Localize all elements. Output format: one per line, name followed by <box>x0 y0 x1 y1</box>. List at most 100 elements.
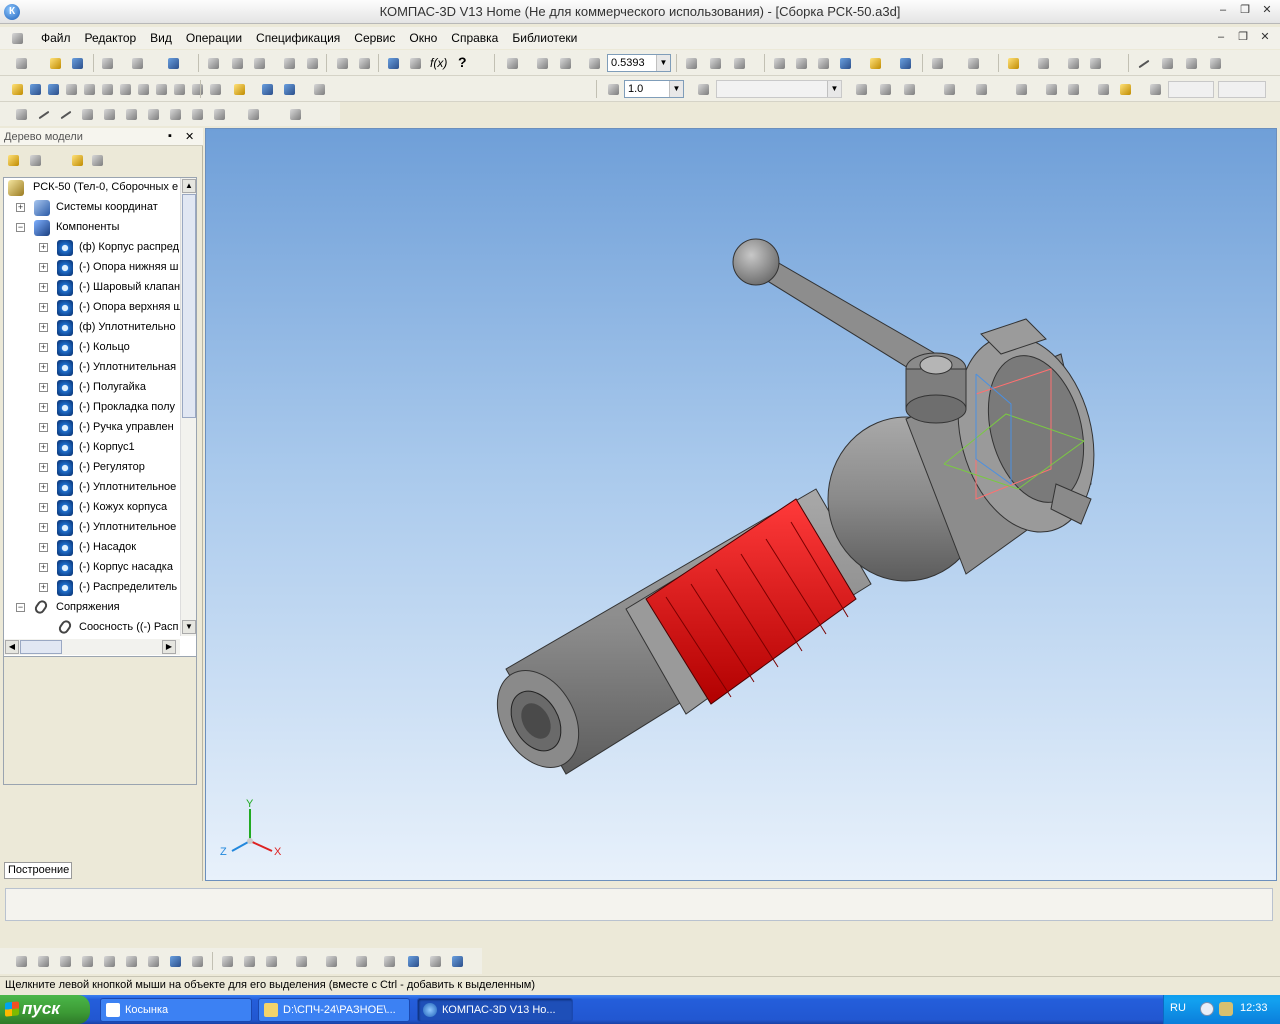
properties-icon[interactable] <box>164 54 182 72</box>
part-icon[interactable] <box>8 80 26 98</box>
tree-component[interactable]: + (-) Насадок <box>4 538 182 558</box>
segment-icon[interactable] <box>56 105 74 123</box>
close-icon[interactable]: ✕ <box>185 130 194 143</box>
expand-icon[interactable]: + <box>39 523 48 532</box>
collision-icon[interactable] <box>310 80 328 98</box>
zoom-scale-icon[interactable] <box>585 54 603 72</box>
zoom-out-icon[interactable] <box>556 54 574 72</box>
corner-icon[interactable] <box>1094 80 1112 98</box>
macro-icon[interactable] <box>206 80 224 98</box>
tree-component[interactable]: + (-) Уплотнительное <box>4 478 182 498</box>
coord-x-field[interactable] <box>1168 81 1214 98</box>
thin-lines-icon[interactable] <box>814 54 832 72</box>
tree-item-coord-systems[interactable]: + Системы координат <box>4 198 182 218</box>
tree-component[interactable]: + (-) Опора верхняя ш <box>4 298 182 318</box>
object-filter-icon[interactable] <box>964 54 982 72</box>
document-props-icon[interactable] <box>303 54 321 72</box>
expand-icon[interactable]: + <box>39 283 48 292</box>
collapse-icon[interactable]: − <box>16 603 25 612</box>
cut-icon[interactable] <box>204 54 222 72</box>
tree-horizontal-scrollbar[interactable]: ◀ ▶ <box>4 639 180 655</box>
fillet-icon[interactable] <box>188 105 206 123</box>
control-handle[interactable] <box>732 238 937 380</box>
doc-close-button[interactable]: ✕ <box>1256 30 1274 46</box>
curve-tool-icon[interactable] <box>144 952 162 970</box>
tree-display-icon[interactable] <box>88 151 106 169</box>
angle-icon[interactable] <box>1042 80 1060 98</box>
array-icon[interactable] <box>62 80 80 98</box>
tree-component[interactable]: + (-) Уплотнительное <box>4 518 182 538</box>
variables-icon[interactable]: f(x) <box>430 56 447 70</box>
ellipse-icon[interactable] <box>122 105 140 123</box>
paste-icon[interactable] <box>250 54 268 72</box>
hscroll-thumb[interactable] <box>20 640 62 654</box>
insert-standard-icon[interactable] <box>280 80 298 98</box>
print-icon[interactable] <box>98 54 116 72</box>
model-tree[interactable]: РСК-50 (Тел-0, Сборочных е + Системы коо… <box>3 177 197 785</box>
line-tool-icon[interactable] <box>1134 54 1152 72</box>
minimize-button[interactable]: ‒ <box>1214 3 1232 19</box>
menu-file[interactable]: Файл <box>34 31 78 45</box>
close-button[interactable]: ✕ <box>1258 3 1276 19</box>
tree-filter-icon[interactable] <box>928 54 946 72</box>
manager-icon[interactable] <box>384 54 402 72</box>
tree-mate[interactable]: Соосность ((-) Расп <box>4 618 182 638</box>
scale-icon[interactable] <box>380 952 398 970</box>
snap-icon[interactable] <box>852 80 870 98</box>
tab-construction[interactable]: Построение <box>4 862 72 879</box>
menu-window[interactable]: Окно <box>402 31 444 45</box>
undo-tool-icon[interactable] <box>218 952 236 970</box>
clock[interactable]: 12:33 <box>1240 1002 1268 1014</box>
function-icon[interactable] <box>188 952 206 970</box>
tree-root[interactable]: РСК-50 (Тел-0, Сборочных е <box>4 178 182 198</box>
redo-icon[interactable] <box>355 54 373 72</box>
expand-icon[interactable]: + <box>39 403 48 412</box>
undo-icon[interactable] <box>333 54 351 72</box>
library-icon[interactable] <box>230 80 248 98</box>
wave-icon[interactable] <box>322 952 340 970</box>
plane-icon[interactable] <box>44 80 62 98</box>
expand-icon[interactable]: + <box>39 383 48 392</box>
tree-component[interactable]: + (-) Ручка управлен <box>4 418 182 438</box>
zoom-scale-input[interactable]: 0.5393 ▼ <box>607 54 671 72</box>
wireframe-icon[interactable] <box>770 54 788 72</box>
chevron-down-icon[interactable]: ▼ <box>656 55 670 71</box>
mirror-tool-icon[interactable] <box>100 952 118 970</box>
menu-edit[interactable]: Редактор <box>78 31 144 45</box>
tree-component[interactable]: + (-) Регулятор <box>4 458 182 478</box>
report-icon[interactable] <box>152 80 170 98</box>
perspective-icon[interactable] <box>896 54 914 72</box>
tree-component[interactable]: + (-) Шаровый клапан <box>4 278 182 298</box>
menu-help[interactable]: Справка <box>444 31 505 45</box>
menu-libraries[interactable]: Библиотеки <box>505 31 584 45</box>
open-file-icon[interactable] <box>46 54 64 72</box>
menu-operations[interactable]: Операции <box>179 31 249 45</box>
copy-icon[interactable] <box>228 54 246 72</box>
grid-icon[interactable] <box>1206 54 1224 72</box>
menu-service[interactable]: Сервис <box>347 31 402 45</box>
round-icon[interactable] <box>940 80 958 98</box>
insert-component-icon[interactable] <box>258 80 276 98</box>
expand-icon[interactable]: + <box>39 443 48 452</box>
new-file-icon[interactable] <box>12 54 30 72</box>
expand-icon[interactable]: + <box>39 543 48 552</box>
measure-icon[interactable] <box>1182 54 1200 72</box>
menu-view[interactable]: Вид <box>143 31 179 45</box>
expand-icon[interactable]: + <box>39 363 48 372</box>
chamfer-icon[interactable] <box>166 105 184 123</box>
expand-icon[interactable]: + <box>39 503 48 512</box>
network-icon[interactable] <box>1200 1002 1214 1016</box>
expand-icon[interactable]: + <box>39 483 48 492</box>
circle-icon[interactable] <box>78 105 96 123</box>
ortho-icon[interactable] <box>900 80 918 98</box>
chevron-down-icon[interactable]: ▼ <box>827 81 841 97</box>
tree-component[interactable]: + (-) Корпус1 <box>4 438 182 458</box>
tree-component[interactable]: + (-) Кожух корпуса <box>4 498 182 518</box>
doc-minimize-button[interactable]: ‒ <box>1212 30 1230 46</box>
maximize-button[interactable]: ❐ <box>1236 3 1254 19</box>
tree-component[interactable]: + (-) Прокладка полу <box>4 398 182 418</box>
assembly-model[interactable]: Y X Z <box>206 129 1277 881</box>
tree-component[interactable]: + (ф) Уплотнительно <box>4 318 182 338</box>
drawing-icon[interactable] <box>170 80 188 98</box>
deform-icon[interactable] <box>426 952 444 970</box>
